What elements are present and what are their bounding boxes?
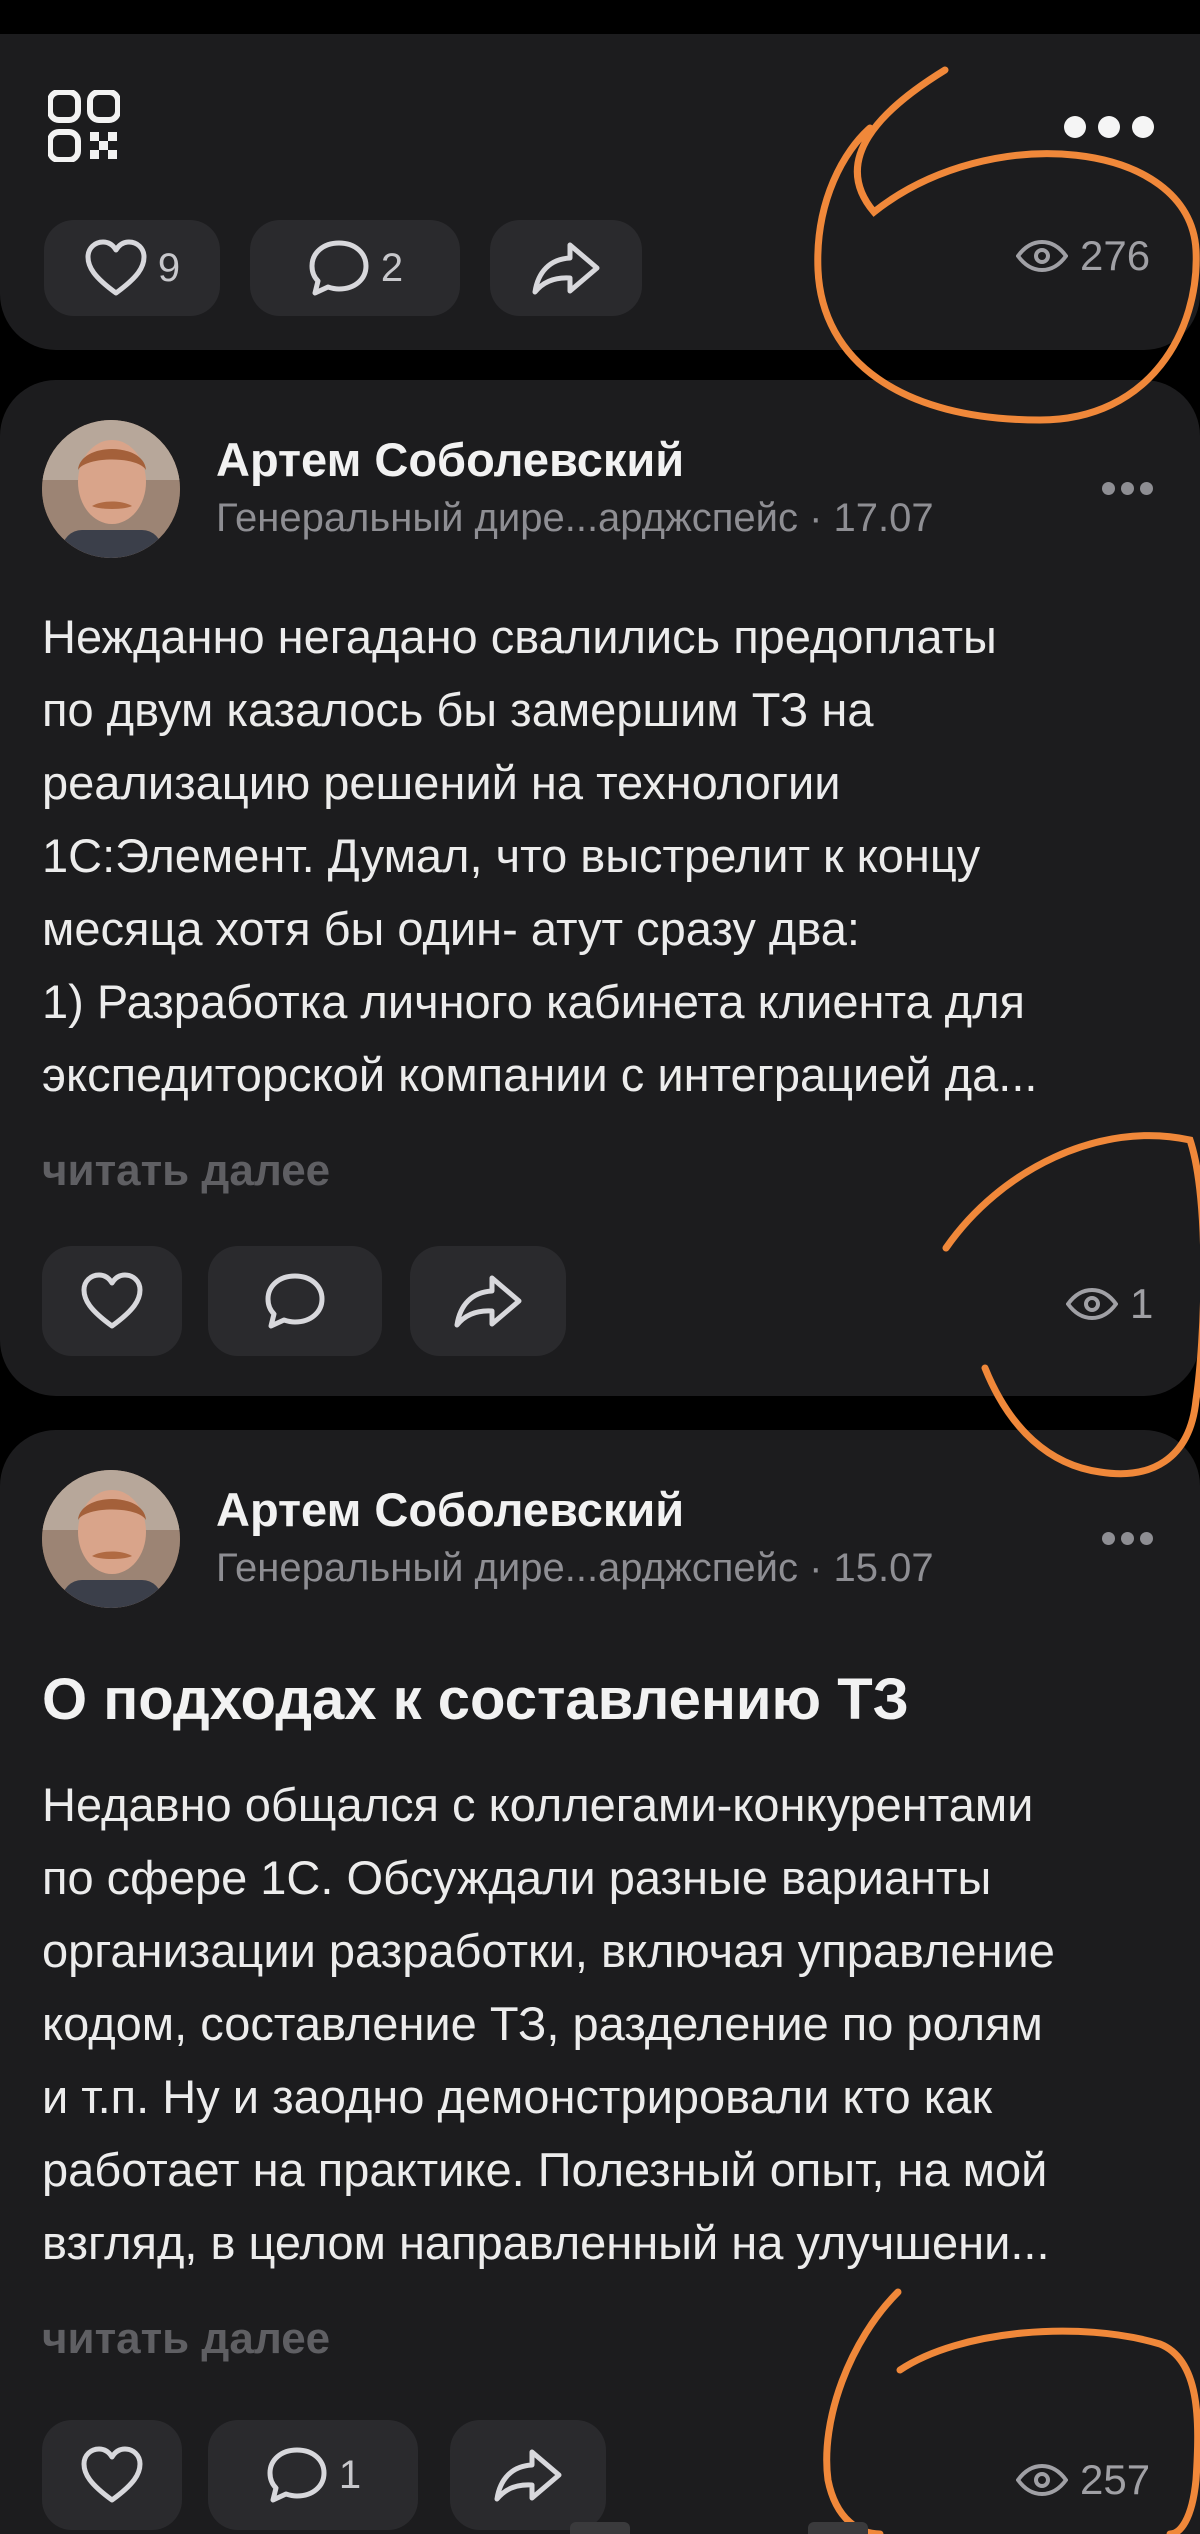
read-more-link[interactable]: читать далее <box>42 2314 330 2364</box>
post-body: Нежданно негадано свалились предоплаты п… <box>42 600 1162 1111</box>
post-line: 1С:Элемент. Думал, что выстрелит к концу <box>42 829 981 882</box>
more-options-icon[interactable] <box>1064 116 1174 138</box>
share-arrow-icon <box>530 240 602 296</box>
top-edge <box>0 0 1200 34</box>
post-line: экспедиторской компании с интеграцией да… <box>42 1048 1038 1101</box>
eye-icon <box>1016 2463 1068 2497</box>
post-line: реализацию решений на технологии <box>42 756 841 809</box>
more-options-icon[interactable] <box>1102 482 1162 502</box>
view-count: 257 <box>1080 2456 1151 2503</box>
share-button[interactable] <box>450 2420 606 2530</box>
like-count: 9 <box>157 245 181 290</box>
more-options-icon[interactable] <box>1102 1532 1162 1552</box>
heart-icon <box>80 2446 144 2504</box>
bottom-nav-hint <box>570 2522 630 2534</box>
eye-icon <box>1066 1287 1118 1321</box>
avatar[interactable] <box>42 420 180 558</box>
view-counter: 257 <box>1016 2456 1150 2504</box>
eye-icon <box>1016 239 1068 273</box>
post-line: организации разработки, включая управлен… <box>42 1924 1055 1977</box>
view-count: 1 <box>1130 1280 1154 1327</box>
read-more-link[interactable]: читать далее <box>42 1146 330 1196</box>
comment-button[interactable]: 2 <box>250 220 460 316</box>
previous-post-card: 9 2 276 <box>0 34 1200 350</box>
post-line: и т.п. Ну и заодно демонстрировали кто к… <box>42 2070 993 2123</box>
comment-icon <box>265 2445 329 2505</box>
view-counter: 276 <box>1016 232 1150 280</box>
share-arrow-icon <box>492 2447 564 2503</box>
like-button[interactable] <box>42 1246 182 1356</box>
post-line: кодом, составление ТЗ, разделение по рол… <box>42 1997 1043 2050</box>
comment-icon <box>263 1271 327 1331</box>
author-name[interactable]: Артем Соболевский <box>216 1482 684 1537</box>
share-arrow-icon <box>452 1273 524 1329</box>
author-subtitle: Генеральный дире...арджспейс · 17.07 <box>216 496 934 540</box>
post-line: Недавно общался с коллегами-конкурентами <box>42 1778 1034 1831</box>
post-line: работает на практике. Полезный опыт, на … <box>42 2143 1048 2196</box>
post-line: Нежданно негадано свалились предоплаты <box>42 610 997 663</box>
share-button[interactable] <box>490 220 642 316</box>
like-button[interactable]: 9 <box>44 220 220 316</box>
heart-icon <box>80 1272 144 1330</box>
comment-icon <box>307 238 371 298</box>
post-body: Недавно общался с коллегами-конкурентами… <box>42 1768 1162 2279</box>
comment-count: 2 <box>380 245 404 290</box>
author-name[interactable]: Артем Соболевский <box>216 432 684 487</box>
avatar[interactable] <box>42 1470 180 1608</box>
heart-icon <box>84 239 148 297</box>
post-line: по двум казалось бы замершим ТЗ на <box>42 683 874 736</box>
post-line: по сфере 1С. Обсуждали разные варианты <box>42 1851 992 1904</box>
comment-button[interactable]: 1 <box>208 2420 418 2530</box>
view-count: 276 <box>1080 232 1151 279</box>
author-subtitle: Генеральный дире...арджспейс · 15.07 <box>216 1546 934 1590</box>
share-button[interactable] <box>410 1246 566 1356</box>
comment-button[interactable] <box>208 1246 382 1356</box>
post-card: Артем Соболевский Генеральный дире...ард… <box>0 380 1200 1396</box>
post-line: взгляд, в целом направленный на улучшени… <box>42 2216 1050 2269</box>
post-card: Артем Соболевский Генеральный дире...ард… <box>0 1430 1200 2534</box>
qr-code-icon[interactable] <box>48 90 120 162</box>
view-counter: 1 <box>1066 1280 1153 1328</box>
comment-count: 1 <box>338 2452 362 2497</box>
post-title: О подходах к составлению ТЗ <box>42 1667 909 1732</box>
post-line: месяца хотя бы один- атут сразу два: <box>42 902 860 955</box>
bottom-nav-hint <box>808 2522 868 2534</box>
like-button[interactable] <box>42 2420 182 2530</box>
post-line: 1) Разработка личного кабинета клиента д… <box>42 975 1025 1028</box>
